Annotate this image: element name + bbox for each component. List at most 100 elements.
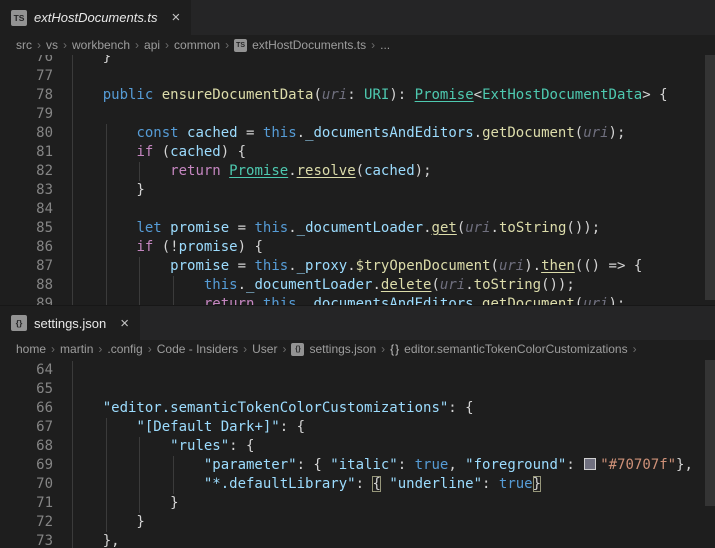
breadcrumb-item[interactable]: {}settings.json xyxy=(291,342,376,356)
code-line[interactable]: 86 if (!promise) { xyxy=(0,238,715,257)
editor-group-bottom: {} settings.json × home › martin › .config › C… xyxy=(0,305,715,548)
indent-guide xyxy=(139,456,140,475)
code-token: } xyxy=(69,182,145,198)
line-number: 79 xyxy=(0,105,53,124)
breadcrumb-item[interactable]: TSextHostDocuments.ts xyxy=(234,38,366,52)
code-token: . xyxy=(465,277,473,293)
breadcrumb-item[interactable]: vs xyxy=(46,38,58,52)
code-token: uri xyxy=(465,220,490,236)
chevron-right-icon: › xyxy=(98,342,102,356)
code-line-content: }, xyxy=(69,532,715,548)
code-line[interactable]: 76 } xyxy=(0,55,715,67)
code-token xyxy=(69,277,204,293)
indent-guide xyxy=(72,494,73,513)
breadcrumb-item[interactable]: Code - Insiders xyxy=(157,342,238,356)
breadcrumb-label: workbench xyxy=(72,38,130,52)
breadcrumb-item[interactable]: api xyxy=(144,38,160,52)
close-icon[interactable]: × xyxy=(172,10,181,25)
breadcrumb-item[interactable]: {}editor.semanticTokenColorCustomization… xyxy=(390,342,627,356)
breadcrumb-item[interactable]: ... xyxy=(380,38,390,52)
chevron-right-icon: › xyxy=(633,342,637,356)
code-editor-top[interactable]: 76 }7778 public ensureDocumentData(uri: … xyxy=(0,55,715,305)
breadcrumb-item[interactable]: src xyxy=(16,38,32,52)
line-number: 69 xyxy=(0,456,53,475)
breadcrumb-item[interactable]: home xyxy=(16,342,46,356)
code-token xyxy=(69,476,204,492)
code-token: ) { xyxy=(238,239,263,255)
code-token: = xyxy=(229,258,254,274)
code-line[interactable]: 70 "*.defaultLibrary": { "underline": tr… xyxy=(0,475,715,494)
code-token: , xyxy=(448,457,465,473)
chevron-right-icon: › xyxy=(225,38,229,52)
code-token: toString xyxy=(474,277,541,293)
breadcrumbs-top: src›vs›workbench›api›common›TSextHostDoc… xyxy=(0,35,715,55)
code-line[interactable]: 69 "parameter": { "italic": true, "foreg… xyxy=(0,456,715,475)
code-line-content xyxy=(69,67,715,86)
line-number: 68 xyxy=(0,437,53,456)
code-token xyxy=(254,296,262,305)
indent-guide xyxy=(72,200,73,219)
code-line[interactable]: 83 } xyxy=(0,181,715,200)
code-token: true xyxy=(499,476,533,492)
code-line[interactable]: 73 }, xyxy=(0,532,715,548)
chevron-right-icon: › xyxy=(371,38,375,52)
breadcrumb-item[interactable]: common xyxy=(174,38,220,52)
code-line[interactable]: 80 const cached = this._documentsAndEdit… xyxy=(0,124,715,143)
code-line[interactable]: 82 return Promise.resolve(cached); xyxy=(0,162,715,181)
code-token: ); xyxy=(609,125,626,141)
code-line[interactable]: 79 xyxy=(0,105,715,124)
code-line-content: } xyxy=(69,494,715,513)
breadcrumb-label: settings.json xyxy=(309,342,376,356)
breadcrumb-item[interactable]: User xyxy=(252,342,277,356)
close-icon[interactable]: × xyxy=(120,316,129,331)
breadcrumb-item[interactable]: workbench xyxy=(72,38,130,52)
code-token: . xyxy=(297,296,305,305)
code-line[interactable]: 89 return this._documentsAndEditors.getD… xyxy=(0,295,715,305)
code-token: : xyxy=(347,87,364,103)
code-line[interactable]: 78 public ensureDocumentData(uri: URI): … xyxy=(0,86,715,105)
code-line[interactable]: 65 xyxy=(0,380,715,399)
code-line[interactable]: 85 let promise = this._documentLoader.ge… xyxy=(0,219,715,238)
chevron-right-icon: › xyxy=(63,38,67,52)
chevron-right-icon: › xyxy=(243,342,247,356)
code-token: _documentsAndEditors xyxy=(305,296,474,305)
code-line[interactable]: 88 this._documentLoader.delete(uri.toStr… xyxy=(0,276,715,295)
indent-guide xyxy=(173,475,174,494)
code-line[interactable]: 77 xyxy=(0,67,715,86)
code-token: delete xyxy=(381,277,432,293)
chevron-right-icon: › xyxy=(282,342,286,356)
indent-guide xyxy=(72,532,73,548)
code-line[interactable]: 67 "[Default Dark+]": { xyxy=(0,418,715,437)
indent-guide xyxy=(106,437,107,456)
tab-settings-json[interactable]: {} settings.json × xyxy=(0,306,140,340)
code-line-content: "[Default Dark+]": { xyxy=(69,418,715,437)
breadcrumb-item[interactable]: martin xyxy=(60,342,93,356)
code-line[interactable]: 72 } xyxy=(0,513,715,532)
breadcrumb-label: Code - Insiders xyxy=(157,342,238,356)
tab-exthostdocuments[interactable]: TS extHostDocuments.ts × xyxy=(0,0,191,35)
code-line[interactable]: 84 xyxy=(0,200,715,219)
code-token: Promise xyxy=(415,87,474,103)
code-line[interactable]: 87 promise = this._proxy.$tryOpenDocumen… xyxy=(0,257,715,276)
code-token: > { xyxy=(642,87,667,103)
code-line[interactable]: 71 } xyxy=(0,494,715,513)
code-token: uri xyxy=(440,277,465,293)
code-line[interactable]: 81 if (cached) { xyxy=(0,143,715,162)
indent-guide xyxy=(173,456,174,475)
breadcrumb-item[interactable]: .config xyxy=(107,342,142,356)
code-token: ( xyxy=(491,258,499,274)
code-editor-bottom[interactable]: 646566 "editor.semanticTokenColorCustomi… xyxy=(0,358,715,548)
code-line[interactable]: 66 "editor.semanticTokenColorCustomizati… xyxy=(0,399,715,418)
vertical-scrollbar-top[interactable] xyxy=(705,55,715,300)
code-line[interactable]: 64 xyxy=(0,361,715,380)
vertical-scrollbar-bottom[interactable] xyxy=(705,360,715,506)
breadcrumb-label: editor.semanticTokenColorCustomizations xyxy=(404,342,627,356)
code-token: } xyxy=(69,514,145,530)
code-token xyxy=(69,296,204,305)
code-token: ( xyxy=(313,87,321,103)
indent-guide xyxy=(139,475,140,494)
code-line-content: public ensureDocumentData(uri: URI): Pro… xyxy=(69,86,715,105)
code-line[interactable]: 68 "rules": { xyxy=(0,437,715,456)
indent-guide xyxy=(72,86,73,105)
code-token: . xyxy=(474,296,482,305)
